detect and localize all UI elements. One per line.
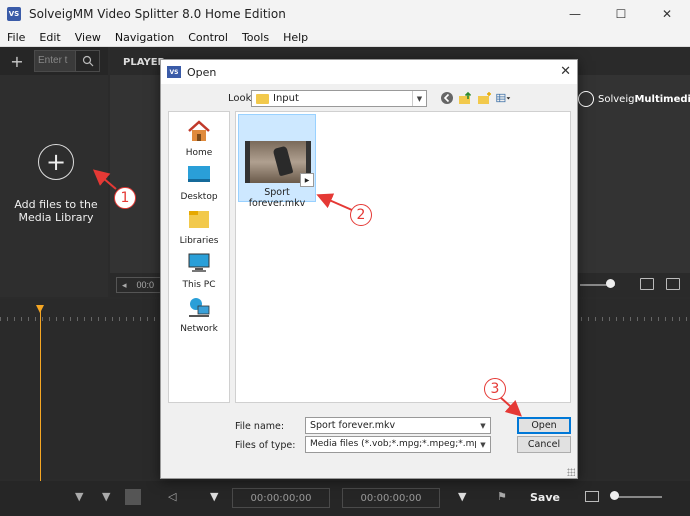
annotation-marker-3: 3 bbox=[484, 378, 506, 400]
annotation-arrows bbox=[92, 169, 522, 417]
annotation-marker-1: 1 bbox=[114, 187, 136, 209]
annotation-marker-2: 2 bbox=[350, 204, 372, 226]
